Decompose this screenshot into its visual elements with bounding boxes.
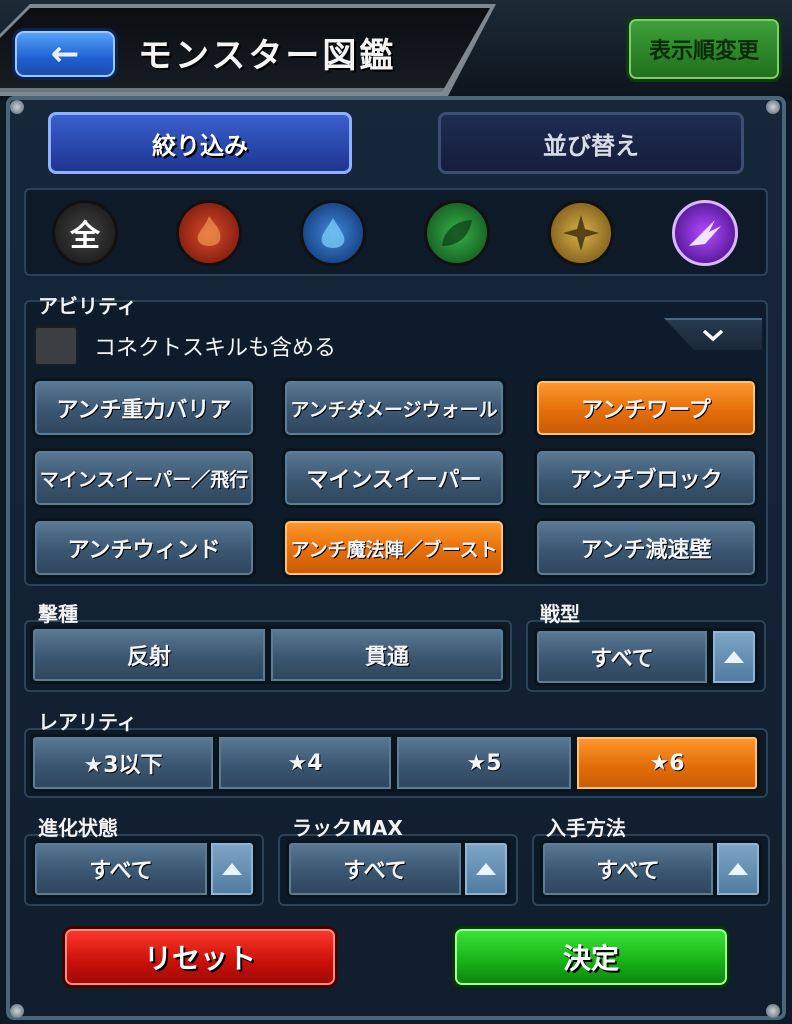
ability-button[interactable]: アンチ減速壁: [534, 518, 758, 578]
tab-sort[interactable]: 並び替え: [438, 112, 744, 174]
page-title: モンスター図鑑: [138, 36, 397, 76]
element-light-icon[interactable]: [548, 200, 614, 266]
ability-button[interactable]: アンチウィンド: [32, 518, 256, 578]
acquisition-label: 入手方法: [546, 816, 626, 840]
element-wood-icon[interactable]: [424, 200, 490, 266]
ability-label: アビリティ: [38, 294, 137, 318]
triangle-up-icon: [724, 651, 744, 663]
triangle-up-icon: [476, 863, 496, 875]
attack-type-label: 撃種: [38, 602, 78, 626]
ability-button[interactable]: アンチワープ: [534, 378, 758, 438]
rarity-option[interactable]: ★5: [394, 734, 574, 792]
rarity-option[interactable]: ★6: [574, 734, 760, 792]
element-all-icon[interactable]: 全: [52, 200, 118, 266]
element-fire-icon[interactable]: [176, 200, 242, 266]
reset-button[interactable]: リセット: [62, 926, 338, 988]
bolt-icon: [10, 1004, 24, 1018]
sort-order-button[interactable]: 表示順変更: [626, 16, 782, 82]
connect-skill-checkbox[interactable]: [34, 326, 78, 366]
attack-type-option[interactable]: 貫通: [268, 626, 506, 684]
evolution-arrow-button[interactable]: [208, 840, 256, 898]
rarity-option[interactable]: ★4: [216, 734, 394, 792]
luck-max-select[interactable]: すべて: [286, 840, 464, 898]
claw-icon: [689, 220, 721, 246]
ability-button[interactable]: アンチ魔法陣／ブースト: [282, 518, 506, 578]
battle-type-label: 戦型: [540, 602, 580, 626]
ability-button[interactable]: アンチダメージウォール: [282, 378, 506, 438]
battle-type-arrow-button[interactable]: [710, 628, 758, 686]
element-water-icon[interactable]: [300, 200, 366, 266]
acquisition-arrow-button[interactable]: [714, 840, 762, 898]
rarity-option[interactable]: ★3以下: [30, 734, 216, 792]
tab-filter[interactable]: 絞り込み: [48, 112, 352, 174]
evolution-select[interactable]: すべて: [32, 840, 210, 898]
back-arrow-icon: ←: [50, 34, 80, 74]
battle-type-select[interactable]: すべて: [534, 628, 710, 686]
element-dark-icon[interactable]: [672, 200, 738, 266]
connect-skill-label: コネクトスキルも含める: [94, 336, 337, 361]
ability-button[interactable]: マインスイーパー: [282, 448, 506, 508]
ability-button[interactable]: マインスイーパー／飛行: [32, 448, 256, 508]
flame-icon: [197, 216, 221, 246]
attack-type-option[interactable]: 反射: [30, 626, 268, 684]
rarity-label: レアリティ: [38, 710, 137, 734]
drop-icon: [321, 218, 345, 248]
triangle-up-icon: [222, 863, 242, 875]
triangle-up-icon: [728, 863, 748, 875]
bolt-icon: [10, 100, 24, 114]
confirm-button[interactable]: 決定: [452, 926, 730, 988]
element-filter-strip: [24, 188, 768, 276]
evolution-label: 進化状態: [38, 816, 118, 840]
back-button[interactable]: ←: [12, 28, 118, 80]
luck-max-label: ラックMAX: [292, 816, 403, 840]
luck-max-arrow-button[interactable]: [462, 840, 510, 898]
ability-button[interactable]: アンチ重力バリア: [32, 378, 256, 438]
leaf-icon: [442, 220, 472, 246]
acquisition-select[interactable]: すべて: [540, 840, 716, 898]
bolt-icon: [766, 100, 780, 114]
chevron-down-icon: [702, 329, 724, 342]
bolt-icon: [766, 1004, 780, 1018]
ability-button[interactable]: アンチブロック: [534, 448, 758, 508]
star-icon: [563, 215, 599, 251]
